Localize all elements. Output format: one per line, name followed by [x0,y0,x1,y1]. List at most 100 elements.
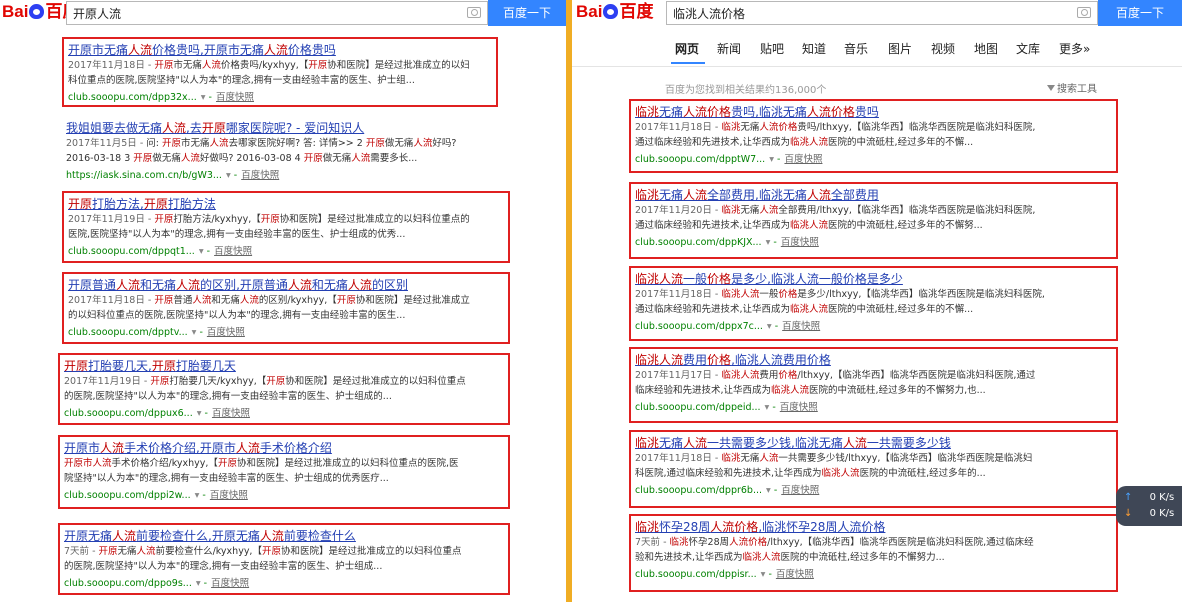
upload-speed: 0 K/s [1149,492,1175,503]
abstract-segment: 市无痛 [173,60,202,71]
dropdown-arrow-icon[interactable]: ▾ [201,92,206,103]
camera-icon[interactable] [1077,7,1091,18]
abstract-segment: 人流 [92,458,112,469]
result-url: club.sooopu.com/dppux6... ▾ - 百度快照 [64,408,250,419]
result-title-link[interactable]: 开原打胎方法,开原打胎方法 [68,195,216,212]
result-title-link[interactable]: 临洮人流费用价格,临洮人流费用价格 [635,351,831,368]
search-button[interactable]: 百度一下 [1098,0,1182,26]
dropdown-arrow-icon[interactable]: ▾ [226,170,231,181]
snapshot-link[interactable]: 百度快照 [216,92,254,103]
abstract-segment: 人流 [239,295,259,306]
search-tools-button[interactable]: 搜索工具 [1047,80,1097,95]
result-title-link[interactable]: 临洮无痛人流价格贵吗,临洮无痛人流价格贵吗 [635,103,879,120]
abstract-segment: 医院的中流砥柱,经过多年的不懈努... [828,220,983,231]
url-text[interactable]: club.sooopu.com/dpptW7... [635,154,765,165]
snapshot-link[interactable]: 百度快照 [781,237,819,248]
result-title-link[interactable]: 临洮人流一般价格是多少,临洮人流一般价格是多少 [635,270,903,287]
dropdown-arrow-icon[interactable]: ▾ [199,246,204,257]
search-input[interactable]: 临洮人流价格 [666,1,1098,25]
snapshot-link[interactable]: 百度快照 [241,170,279,181]
dropdown-arrow-icon[interactable]: ▾ [197,408,202,419]
url-text[interactable]: club.sooopu.com/dppo9s... [64,578,192,589]
dropdown-arrow-icon[interactable]: ▾ [767,321,772,332]
abstract-segment: 2017年11月18日 - [68,295,155,306]
url-text[interactable]: club.sooopu.com/dpptv... [68,327,188,338]
abstract-segment: 2016-03-18 3 [66,153,134,164]
nav-tab[interactable]: 视频 [931,40,955,57]
right-search-panel: Bai 百度 临洮人流价格 百度一下 网页 新闻 贴吧 知道 音乐 图片 视频 地图 文库 更多» … [572,0,1182,602]
abstract-segment: 打胎方法/kyxhyy,【 [173,214,261,225]
result-title-segment: 开原普通 [68,278,117,292]
result-title-link[interactable]: 开原打胎要几天,开原打胎要几天 [64,357,236,374]
snapshot-link[interactable]: 百度快照 [781,485,819,496]
snapshot-link[interactable]: 百度快照 [784,154,822,165]
snapshot-link[interactable]: 百度快照 [776,569,814,580]
nav-tab[interactable]: 地图 [974,40,998,57]
url-text[interactable]: club.sooopu.com/dpp32x... [68,92,197,103]
snapshot-link[interactable]: 百度快照 [780,402,818,413]
url-text[interactable]: club.sooopu.com/dppi2w... [64,490,191,501]
nav-tab[interactable]: 网页 [671,40,705,64]
baidu-logo[interactable]: Bai 百度 [576,2,653,22]
snapshot-link[interactable]: 百度快照 [212,408,250,419]
dropdown-arrow-icon[interactable]: ▾ [769,154,774,165]
result-title-segment: 人流价格 [710,520,759,534]
snapshot-link[interactable]: 百度快照 [210,490,248,501]
nav-tab[interactable]: 知道 [802,40,826,57]
dropdown-arrow-icon[interactable]: ▾ [192,327,197,338]
url-text[interactable]: club.sooopu.com/dppeid... [635,402,761,413]
camera-icon[interactable] [467,7,481,18]
dropdown-arrow-icon[interactable]: ▾ [765,402,770,413]
snapshot-link[interactable]: 百度快照 [207,327,245,338]
url-text[interactable]: club.sooopu.com/dppqt1... [68,246,195,257]
result-url: club.sooopu.com/dppr6b... ▾ - 百度快照 [635,485,820,496]
abstract-segment: 人流 [209,138,229,149]
result-title-link[interactable]: 临洮无痛人流一共需要多少钱,临洮无痛人流一共需要多少钱 [635,434,951,451]
url-text[interactable]: club.sooopu.com/dppx7c... [635,321,763,332]
result-title-segment: 临洮 [635,520,660,534]
dropdown-arrow-icon[interactable]: ▾ [766,485,771,496]
abstract-segment: 做无痛 [152,153,181,164]
result-title-link[interactable]: 临洮无痛人流全部费用,临洮无痛人流全部费用 [635,186,879,203]
search-input[interactable]: 开原人流 [66,1,488,25]
dropdown-arrow-icon[interactable]: ▾ [195,490,200,501]
url-text[interactable]: https://iask.sina.com.cn/b/gW3... [66,170,222,181]
abstract-segment: 科医院,通过临床经验和先进技术,让华西成为 [635,468,822,479]
network-speed-widget[interactable]: ↑ 0 K/s ↓ 0 K/s [1116,486,1182,526]
dropdown-arrow-icon[interactable]: ▾ [761,569,766,580]
nav-tab[interactable]: 更多» [1059,40,1090,57]
url-text[interactable]: club.sooopu.com/dppKJX... [635,237,762,248]
abstract-segment: 前要检查什么/kyxhyy,【 [155,546,262,557]
result-title-link[interactable]: 开原无痛人流前要检查什么,开原无痛人流前要检查什么 [64,527,356,544]
nav-tab[interactable]: 新闻 [717,40,741,57]
abstract-segment: 好吗? [432,138,457,149]
abstract-line: 医院,医院坚持"以人为本"的理念,拥有一支由经验丰富的医生、护士组成的优秀... [68,227,470,242]
result-abstract: 7天前 - 临洮怀孕28周人流价格/lthxyy,【临洮华西】临洮华西医院是临洮… [635,535,1034,565]
snapshot-link[interactable]: 百度快照 [214,246,252,257]
nav-tab[interactable]: 文库 [1016,40,1040,57]
nav-tab[interactable]: 音乐 [844,40,868,57]
result-url: https://iask.sina.com.cn/b/gW3... ▾ - 百度快照 [66,170,280,181]
result-title-link[interactable]: 开原市无痛人流价格贵吗,开原市无痛人流价格贵吗 [68,41,336,58]
result-title-link[interactable]: 临洮怀孕28周人流价格,临洮怀孕28周人流价格 [635,518,885,535]
result-title-link[interactable]: 开原市人流手术价格介绍,开原市人流手术价格介绍 [64,439,332,456]
search-button[interactable]: 百度一下 [488,0,566,26]
result-title-segment: 人流 [683,105,708,119]
url-text[interactable]: club.sooopu.com/dppux6... [64,408,193,419]
abstract-segment: 开原 [154,214,174,225]
result-abstract: 2017年11月19日 - 开原打胎要几天/kyxhyy,【开原协和医院】是经过… [64,374,466,404]
abstract-line: 通过临床经验和先进技术,让华西成为临洮人流医院的中流砥柱,经过多年的不懈努... [635,218,1035,233]
nav-tab[interactable]: 图片 [888,40,912,57]
nav-tab[interactable]: 贴吧 [760,40,784,57]
result-title-segment: 价格 [830,105,855,119]
dropdown-arrow-icon[interactable]: ▾ [196,578,201,589]
dropdown-arrow-icon[interactable]: ▾ [766,237,771,248]
result-title-segment: 和无痛 [140,278,177,292]
result-url: club.sooopu.com/dppeid... ▾ - 百度快照 [635,402,818,413]
snapshot-link[interactable]: 百度快照 [782,321,820,332]
snapshot-link[interactable]: 百度快照 [211,578,249,589]
result-title-link[interactable]: 我姐姐要去做无痛人流,去开原哪家医院呢? - 爱问知识人 [66,119,364,136]
result-title-link[interactable]: 开原普通人流和无痛人流的区别,开原普通人流和无痛人流的区别 [68,276,408,293]
url-text[interactable]: club.sooopu.com/dppisr... [635,569,757,580]
url-text[interactable]: club.sooopu.com/dppr6b... [635,485,762,496]
